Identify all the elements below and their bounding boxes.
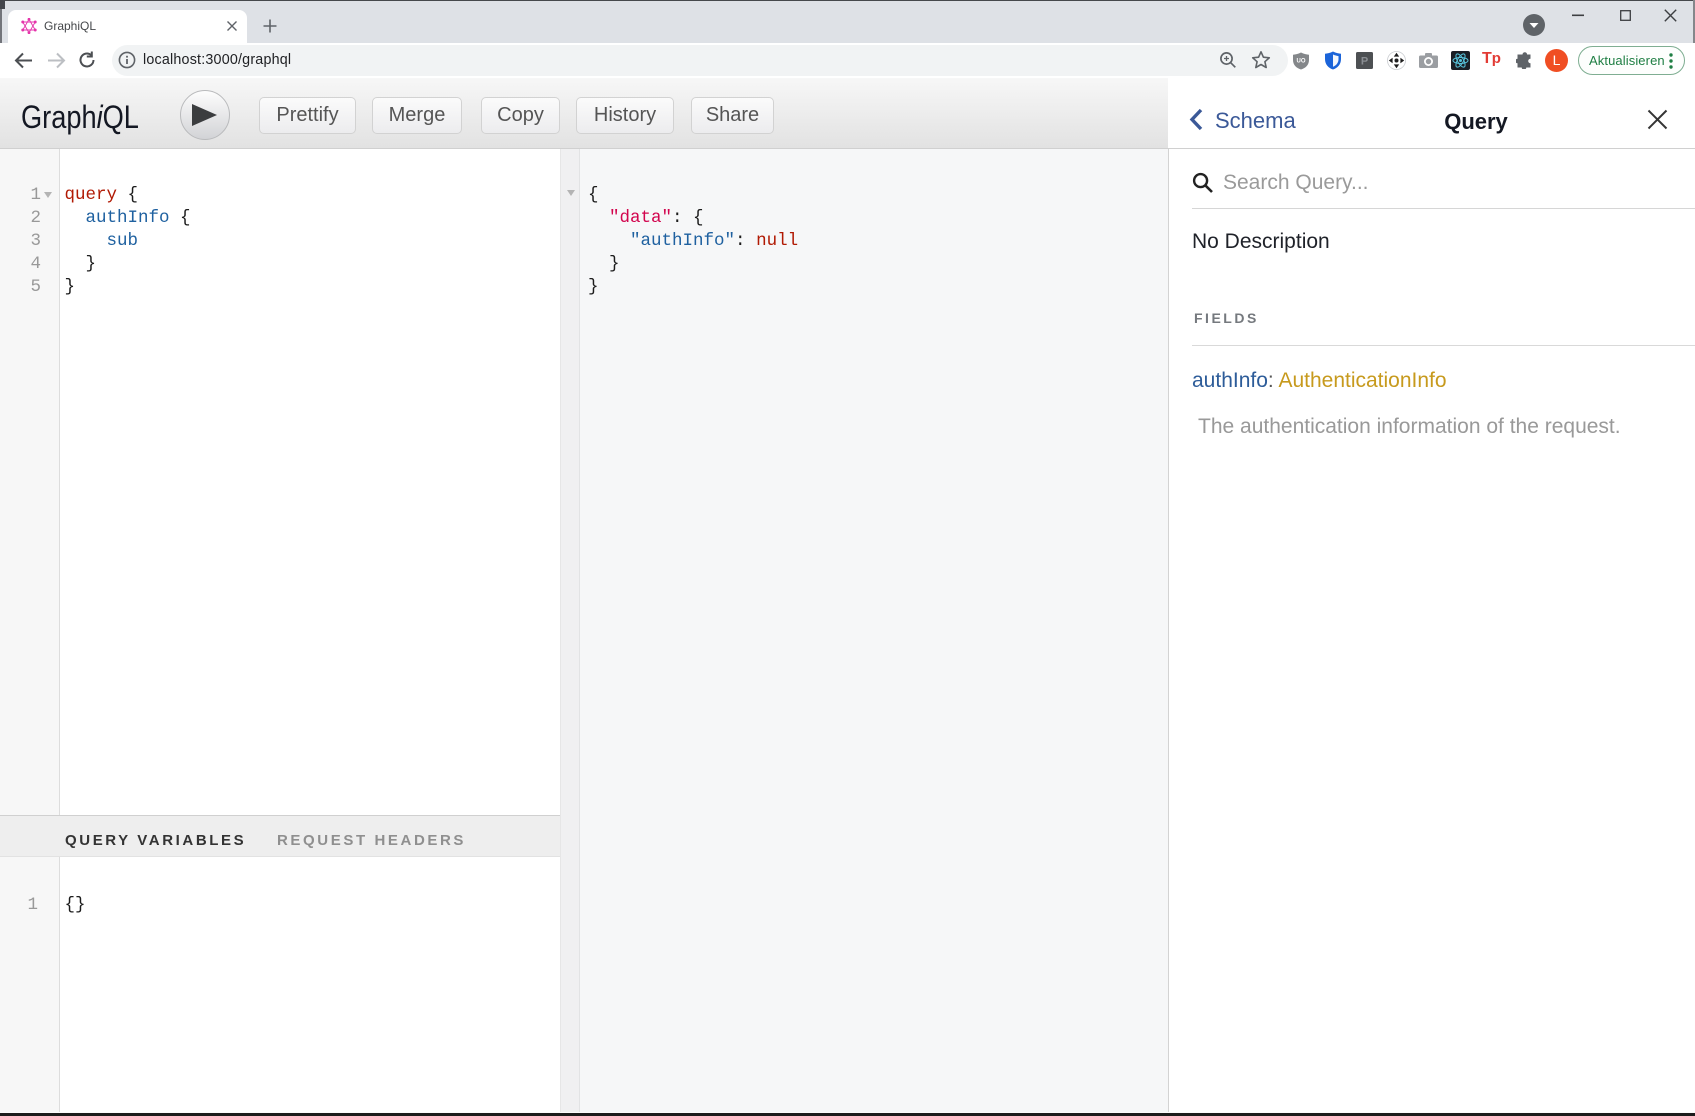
svg-text:P: P: [1361, 56, 1368, 68]
svg-text:UO: UO: [1297, 59, 1306, 65]
